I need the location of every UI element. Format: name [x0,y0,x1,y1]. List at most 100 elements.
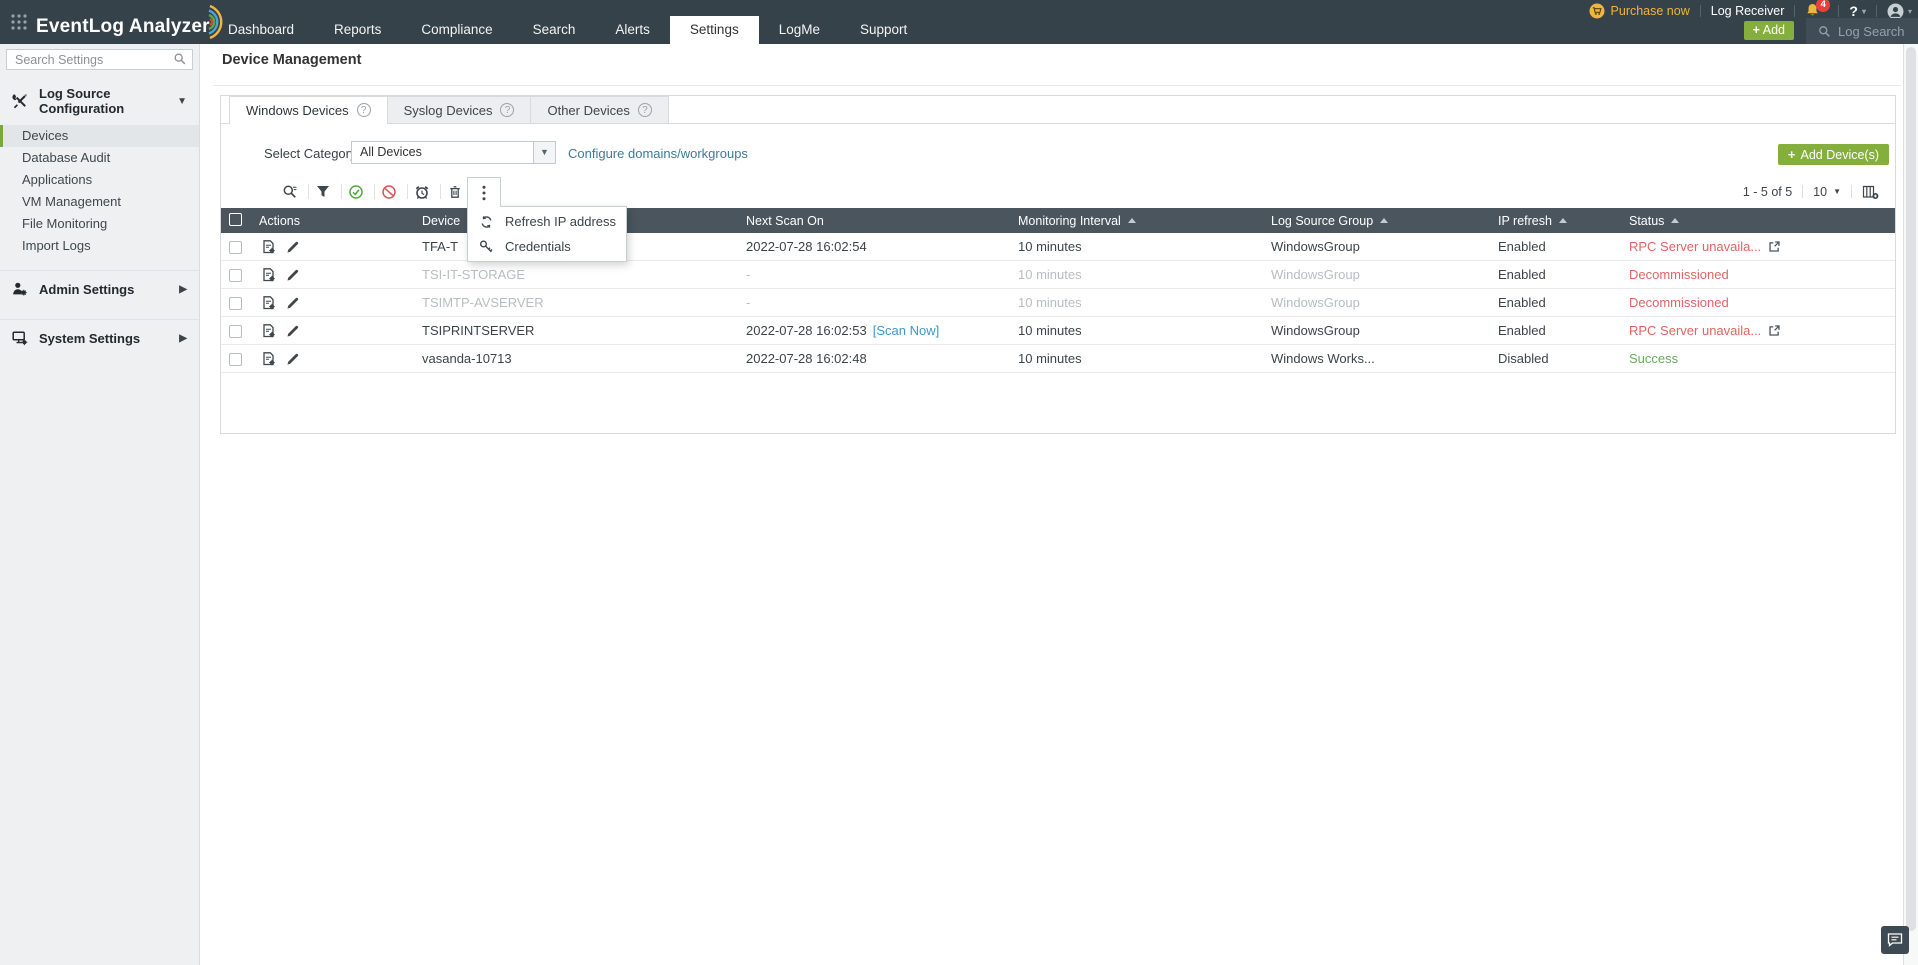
external-link-icon[interactable] [1768,240,1781,253]
row-checkbox[interactable] [229,241,242,255]
column-header-device[interactable]: Device [422,208,460,233]
column-label: Device [422,213,461,228]
tab-label: Syslog Devices [403,102,493,118]
edit-device-icon[interactable] [285,239,301,255]
ip-refresh-cell: Enabled [1498,295,1546,310]
divider [308,184,309,199]
tools-icon [12,93,28,109]
column-label: Next Scan On [746,213,824,228]
column-chooser-icon[interactable] [1862,184,1879,200]
help-icon[interactable]: ? [500,103,515,117]
status-text: RPC Server unavaila... [1629,239,1762,254]
cart-icon [1589,3,1605,19]
next-scan-value: 2022-07-28 16:02:54 [746,239,867,254]
delete-icon[interactable] [442,177,468,206]
tab-other-devices[interactable]: Other Devices? [531,96,669,123]
nav-tab-alerts[interactable]: Alerts [595,16,670,44]
sort-asc-icon [1380,218,1389,223]
filter-icon[interactable] [310,177,336,206]
external-link-icon[interactable] [1768,324,1781,337]
scan-now-link[interactable]: [Scan Now] [873,323,939,338]
ip-refresh-cell: Enabled [1498,267,1546,282]
search-icon[interactable] [277,177,303,206]
tab-windows-devices[interactable]: Windows Devices? [229,96,388,124]
sidebar-section-log-source-configuration[interactable]: Log Source Configuration ▼ [0,76,199,125]
user-account-menu[interactable]: ▾ [1887,3,1912,20]
sidebar-item-vm-management[interactable]: VM Management [0,191,199,213]
divider [374,184,375,199]
column-header-log-source-group[interactable]: Log Source Group [1271,208,1389,233]
log-search-box[interactable]: Log Search [1806,18,1918,44]
sort-asc-icon [1671,218,1680,223]
row-checkbox[interactable] [229,297,242,311]
sidebar-item-devices[interactable]: Devices [0,125,199,147]
next-scan-cell: - [746,261,750,289]
log-source-group-cell: Windows Works... [1271,351,1375,366]
page-size-dropdown[interactable]: 10 ▼ [1813,185,1841,199]
edit-device-icon[interactable] [285,323,301,339]
sidebar-item-applications[interactable]: Applications [0,169,199,191]
app-logo[interactable]: EventLog Analyzer [36,4,230,44]
sidebar-section-label: Log Source Configuration [39,86,125,116]
help-icon[interactable]: ? [637,103,652,117]
edit-device-icon[interactable] [285,267,301,283]
tab-syslog-devices[interactable]: Syslog Devices? [387,96,532,123]
monitor-gear-icon [12,330,28,346]
page-scrollbar[interactable] [1903,44,1918,965]
row-checkbox[interactable] [229,353,242,367]
sidebar-section-admin-settings[interactable]: Admin Settings ▶ [0,271,199,306]
more-actions-button[interactable] [467,177,501,207]
settings-search-input[interactable] [6,49,193,70]
manage-logs-icon[interactable] [261,267,277,283]
menu-item-credentials[interactable]: Credentials [468,234,626,259]
manage-logs-icon[interactable] [261,351,277,367]
nav-tab-compliance[interactable]: Compliance [401,16,512,44]
row-checkbox[interactable] [229,325,242,339]
column-header-monitoring-interval[interactable]: Monitoring Interval [1018,208,1136,233]
menu-item-label: Credentials [505,239,571,254]
edit-device-icon[interactable] [285,295,301,311]
sidebar-section-system-settings[interactable]: System Settings ▶ [0,320,199,355]
log-source-group-cell: WindowsGroup [1271,267,1360,282]
manage-logs-icon[interactable] [261,323,277,339]
sidebar-item-file-monitoring[interactable]: File Monitoring [0,213,199,235]
purchase-now-link[interactable]: Purchase now [1589,3,1690,19]
menu-item-refresh-ip-address[interactable]: Refresh IP address [468,209,626,234]
nav-tab-settings[interactable]: Settings [669,16,759,44]
column-header-status[interactable]: Status [1629,208,1680,233]
top-header-bar: EventLog Analyzer Dashboard Reports Compli… [0,0,1918,44]
category-select[interactable]: All Devices ▼ [351,141,556,164]
device-name-cell: TSIMTP-AVSERVER [422,295,544,310]
column-header-ip-refresh[interactable]: IP refresh [1498,208,1567,233]
help-icon[interactable]: ? [356,103,371,117]
scrollbar-thumb[interactable] [1906,47,1916,932]
select-all-checkbox[interactable] [229,213,242,226]
nav-tab-search[interactable]: Search [513,16,596,44]
configure-domains-link[interactable]: Configure domains/workgroups [568,146,748,161]
status-text: Success [1629,351,1679,366]
column-header-next-scan-on[interactable]: Next Scan On [746,208,824,233]
manage-logs-icon[interactable] [261,239,277,255]
divider [1851,185,1852,198]
nav-tab-support[interactable]: Support [840,16,927,44]
support-chat-button[interactable] [1881,926,1909,954]
disable-icon[interactable] [376,177,402,206]
nav-tab-reports[interactable]: Reports [314,16,401,44]
sidebar-item-import-logs[interactable]: Import Logs [0,235,199,257]
row-checkbox[interactable] [229,269,242,283]
edit-device-icon[interactable] [285,351,301,367]
help-menu[interactable]: ? ▾ [1849,3,1866,19]
manage-logs-icon[interactable] [261,295,277,311]
enable-icon[interactable] [343,177,369,206]
apps-grid-icon[interactable] [10,13,32,37]
sidebar-section-label: System Settings [39,330,141,346]
nav-tab-logme[interactable]: LogMe [759,16,840,44]
add-devices-button[interactable]: + Add Device(s) [1777,144,1889,165]
schedule-icon[interactable] [409,177,435,206]
column-header-actions[interactable]: Actions [259,208,300,233]
nav-tab-dashboard[interactable]: Dashboard [208,16,314,44]
log-receiver-link[interactable]: Log Receiver [1711,4,1785,18]
sidebar-item-database-audit[interactable]: Database Audit [0,147,199,169]
help-label: ? [1849,3,1858,19]
quick-add-button[interactable]: + Add [1743,21,1794,40]
